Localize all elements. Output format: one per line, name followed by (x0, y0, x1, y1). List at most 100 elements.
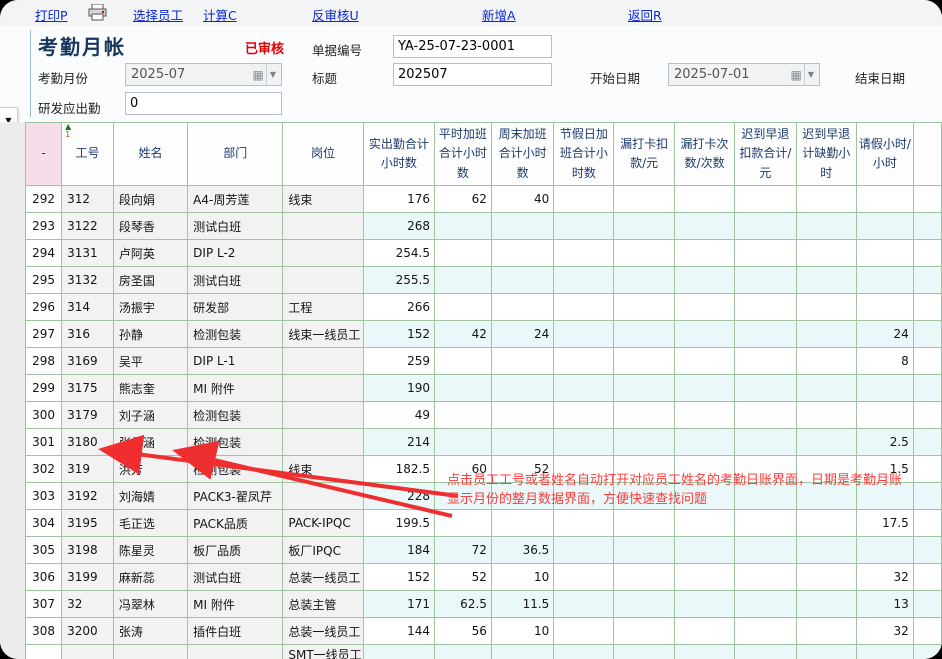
row-number[interactable]: 295 (26, 267, 62, 294)
row-number[interactable]: 293 (26, 213, 62, 240)
department-cell: MI 附件 (188, 591, 283, 618)
value-cell: 52 (434, 564, 491, 591)
employee-id-cell[interactable]: 314 (62, 294, 114, 321)
column-header[interactable]: 漏打卡扣款/元 (614, 123, 674, 186)
print-button[interactable]: 打印P (35, 5, 68, 24)
add-new-button[interactable]: 新增A (482, 5, 516, 24)
doc-no-input[interactable] (393, 35, 552, 58)
table-row: 2983169吴平DIP L-12598 (26, 348, 942, 375)
value-cell (735, 618, 796, 645)
value-cell (674, 456, 734, 483)
employee-id-cell[interactable]: 3195 (62, 510, 114, 537)
employee-id-cell[interactable]: 3192 (62, 483, 114, 510)
row-number[interactable]: 292 (26, 186, 62, 213)
column-header[interactable] (913, 123, 941, 186)
value-cell (614, 321, 674, 348)
employee-id-cell[interactable]: 3199 (62, 564, 114, 591)
employee-name-cell[interactable]: 洪芳 (113, 456, 187, 483)
value-cell (735, 456, 796, 483)
employee-id-cell[interactable]: 3200 (62, 618, 114, 645)
employee-id-cell[interactable]: 3179 (62, 402, 114, 429)
value-cell (554, 186, 614, 213)
employee-id-cell[interactable]: 3132 (62, 267, 114, 294)
employee-id-cell[interactable]: 316 (62, 321, 114, 348)
employee-id-cell[interactable]: 312 (62, 186, 114, 213)
value-cell (674, 321, 734, 348)
employee-id-cell[interactable]: 3198 (62, 537, 114, 564)
chevron-down-icon[interactable]: ▼ (266, 64, 281, 85)
column-header[interactable]: 姓名 (113, 123, 187, 186)
column-header[interactable]: ▲1工号 (62, 123, 114, 186)
return-button[interactable]: 返回R (628, 5, 662, 24)
row-number[interactable]: 308 (26, 618, 62, 645)
value-cell (554, 618, 614, 645)
column-header[interactable]: 漏打卡次数/次数 (674, 123, 734, 186)
row-number[interactable]: 300 (26, 402, 62, 429)
row-number[interactable]: 304 (26, 510, 62, 537)
column-header[interactable]: 迟到早退计缺勤小时 (796, 123, 856, 186)
value-cell (554, 294, 614, 321)
column-header[interactable]: 岗位 (283, 123, 363, 186)
column-header[interactable]: - (26, 123, 62, 186)
employee-id-cell[interactable]: 3169 (62, 348, 114, 375)
column-header[interactable]: 迟到早退扣款合计/元 (735, 123, 796, 186)
month-picker[interactable]: 2025-07 ▦ ▼ (125, 63, 282, 86)
value-cell: 40 (491, 186, 553, 213)
employee-name-cell[interactable]: 卢阿英 (113, 240, 187, 267)
printer-icon[interactable] (88, 4, 108, 21)
row-number[interactable]: 299 (26, 375, 62, 402)
row-number[interactable]: 303 (26, 483, 62, 510)
row-number[interactable]: 305 (26, 537, 62, 564)
column-header[interactable]: 平时加班合计小时数 (434, 123, 491, 186)
value-cell (674, 564, 734, 591)
employee-id-cell[interactable]: 319 (62, 456, 114, 483)
value-cell: 62.5 (434, 591, 491, 618)
row-number[interactable]: 306 (26, 564, 62, 591)
value-cell (913, 564, 941, 591)
employee-name-cell[interactable]: 吴平 (113, 348, 187, 375)
calculate-button[interactable]: 计算C (203, 5, 237, 24)
employee-name-cell[interactable]: 熊志奎 (113, 375, 187, 402)
employee-name-cell[interactable]: 房圣国 (113, 267, 187, 294)
column-header[interactable]: 周末加班合计小时数 (491, 123, 553, 186)
employee-id-cell[interactable]: 3131 (62, 240, 114, 267)
audit-status-badge: 已审核 (245, 38, 284, 57)
row-number[interactable]: 294 (26, 240, 62, 267)
employee-name-cell[interactable]: 麻新蕊 (113, 564, 187, 591)
row-number[interactable]: 307 (26, 591, 62, 618)
employee-name-cell[interactable]: 毛正选 (113, 510, 187, 537)
row-number[interactable]: 298 (26, 348, 62, 375)
employee-name-cell[interactable]: 张孟涵 (113, 429, 187, 456)
start-date-picker[interactable]: 2025-07-01 ▦ ▼ (668, 63, 820, 86)
row-number[interactable]: 301 (26, 429, 62, 456)
employee-name-cell[interactable]: 刘海婧 (113, 483, 187, 510)
employee-name-cell[interactable]: 段琴香 (113, 213, 187, 240)
employee-name-cell[interactable]: 段向娟 (113, 186, 187, 213)
employee-id-cell[interactable]: 3122 (62, 213, 114, 240)
employee-name-cell[interactable]: 刘子涵 (113, 402, 187, 429)
employee-name-cell[interactable]: 汤振宇 (113, 294, 187, 321)
title-input[interactable] (393, 63, 552, 86)
employee-id-cell[interactable]: 3180 (62, 429, 114, 456)
employee-name-cell[interactable]: 张涛 (113, 618, 187, 645)
value-cell (614, 240, 674, 267)
partial-row: SMT一线员工 (26, 645, 942, 659)
column-header[interactable]: 请假小时/小时 (856, 123, 913, 186)
column-header[interactable]: 节假日加班合计小时数 (554, 123, 614, 186)
employee-id-cell[interactable]: 3175 (62, 375, 114, 402)
value-cell (735, 537, 796, 564)
column-header[interactable]: 部门 (188, 123, 283, 186)
row-number[interactable]: 296 (26, 294, 62, 321)
employee-name-cell[interactable]: 孙静 (113, 321, 187, 348)
column-header[interactable]: 实出勤合计小时数 (363, 123, 434, 186)
unaudit-button[interactable]: 反审核U (312, 5, 359, 24)
value-cell (913, 456, 941, 483)
employee-name-cell[interactable]: 陈星灵 (113, 537, 187, 564)
chevron-down-icon[interactable]: ▼ (804, 64, 819, 85)
rd-attendance-input[interactable] (125, 92, 282, 115)
select-employee-button[interactable]: 选择员工 (133, 5, 183, 24)
row-number[interactable]: 302 (26, 456, 62, 483)
employee-id-cell[interactable]: 32 (62, 591, 114, 618)
employee-name-cell[interactable]: 冯翠林 (113, 591, 187, 618)
row-number[interactable]: 297 (26, 321, 62, 348)
